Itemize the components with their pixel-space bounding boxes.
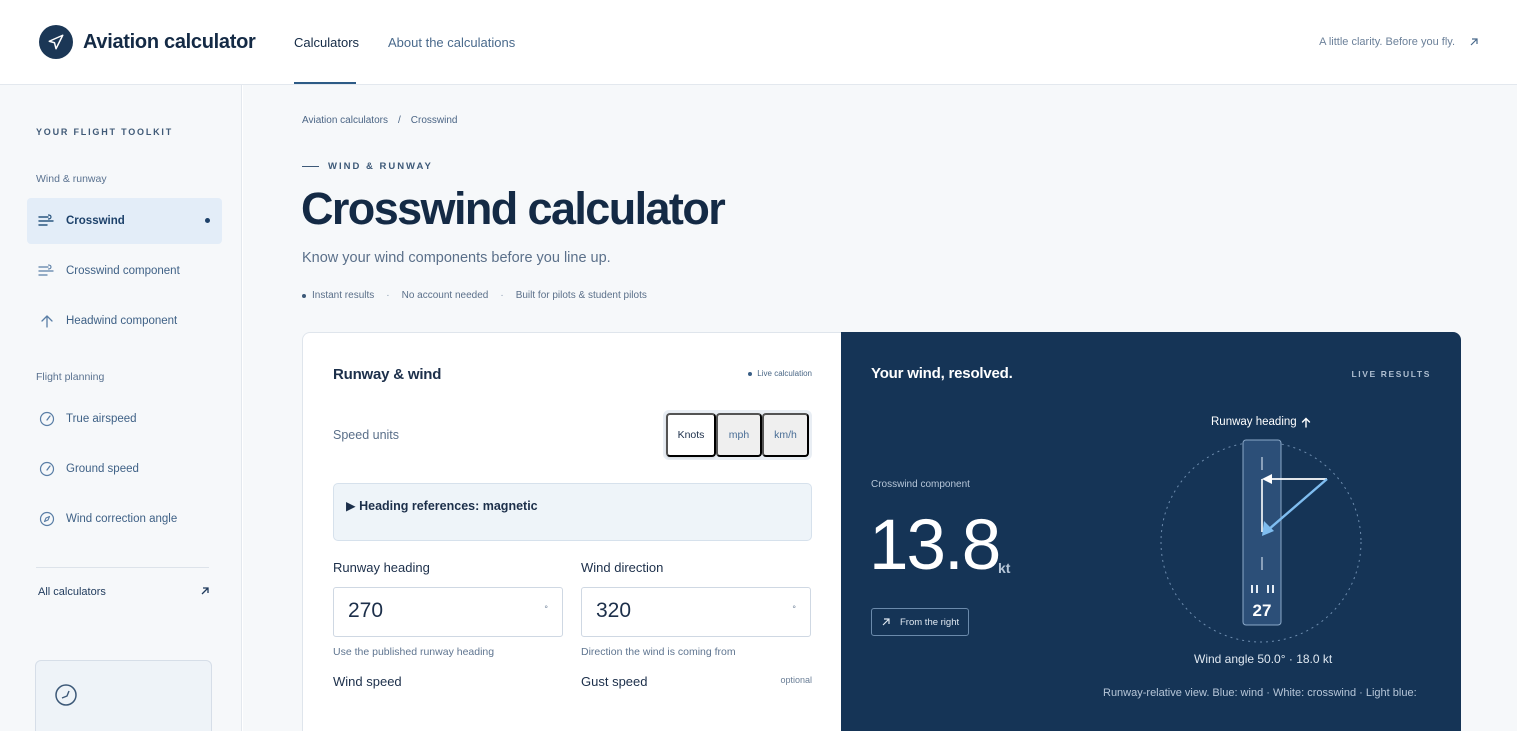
eyebrow-rule	[302, 165, 319, 168]
runway-heading-indicator-text: Runway heading	[1211, 416, 1297, 428]
speed-units-toggle: Knots mph km/h	[663, 410, 812, 460]
sidebar-item-crosswind[interactable]: Crosswind	[27, 198, 222, 244]
crosswind-unit: kt	[998, 560, 1011, 576]
breadcrumb-separator: /	[397, 115, 401, 126]
unit-mph-button[interactable]: mph	[716, 413, 762, 457]
all-calculators-label: All calculators	[38, 586, 106, 598]
sidebar-item-label: True airspeed	[66, 413, 137, 425]
unit-kmh-button[interactable]: km/h	[762, 413, 809, 457]
plane-logo-icon	[39, 25, 73, 59]
section-eyebrow: WIND & RUNWAY	[302, 161, 433, 172]
gauge-icon	[38, 461, 55, 478]
wind-angle-readout: Wind angle 50.0° · 18.0 kt	[1194, 652, 1333, 666]
feature-badges: Instant results · No account needed · Bu…	[302, 290, 647, 301]
sidebar-item-ground-speed[interactable]: Ground speed	[27, 446, 222, 492]
sidebar-item-label: Ground speed	[66, 463, 139, 475]
runway-heading-input[interactable]: 270 °	[333, 587, 563, 637]
wind-direction-input[interactable]: 320 °	[581, 587, 811, 637]
nav-active-indicator	[294, 82, 356, 84]
badge-no-account: No account needed	[401, 290, 489, 301]
badge-dot	[302, 293, 306, 298]
external-arrow-icon	[1470, 38, 1478, 46]
breadcrumb-current: Crosswind	[410, 115, 458, 126]
nav-about[interactable]: About the calculations	[388, 35, 515, 50]
runway-heading-label: Runway heading	[333, 560, 430, 575]
page-subtitle: Know your wind components before you lin…	[302, 250, 611, 266]
page-title: Crosswind calculator	[301, 183, 726, 234]
degree-unit: °	[792, 604, 796, 614]
sidebar-group-wind: Wind & runway	[36, 173, 107, 185]
breadcrumb-home[interactable]: Aviation calculators	[302, 115, 388, 126]
compass-icon	[55, 684, 77, 706]
wind-diagram: 27	[1160, 439, 1362, 643]
diagram-legend: Runway-relative view. Blue: wind · White…	[1103, 687, 1417, 699]
results-panel: Your wind, resolved. LIVE RESULTS Crossw…	[841, 332, 1461, 731]
sidebar-item-label: Crosswind	[66, 215, 125, 227]
heading-references-disclosure[interactable]: ▶ Heading references: magnetic	[333, 483, 812, 541]
arrow-up-icon	[38, 313, 55, 330]
wind-speed-label: Wind speed	[333, 674, 402, 689]
runway-heading-value: 270	[348, 599, 384, 622]
external-arrow-icon	[201, 587, 209, 595]
gust-optional-tag: optional	[780, 675, 812, 685]
input-card: Runway & wind Live calculation Speed uni…	[302, 332, 842, 731]
sidebar-item-true-airspeed[interactable]: True airspeed	[27, 396, 222, 442]
sidebar-item-label: Crosswind component	[66, 265, 180, 277]
brand-name: Aviation calculator	[83, 30, 256, 53]
all-calculators-link[interactable]: All calculators	[38, 586, 210, 598]
tagline-link[interactable]: A little clarity. Before you fly.	[1319, 36, 1479, 48]
degree-unit: °	[544, 604, 548, 614]
arrow-up-right-icon	[882, 618, 890, 626]
live-results-label: LIVE RESULTS	[1351, 369, 1431, 379]
main-content: Aviation calculators / Crosswind WIND & …	[243, 85, 1517, 731]
compass-icon	[38, 511, 55, 528]
crosswind-side-chip: From the right	[871, 608, 970, 636]
active-dot	[205, 218, 210, 223]
sidebar-group-planning: Flight planning	[36, 371, 105, 383]
runway-heading-help: Use the published runway heading	[333, 646, 495, 658]
sidebar-divider	[36, 567, 209, 568]
app-window: Aviation calculator Calculators About th…	[0, 0, 1517, 731]
top-header: Aviation calculator Calculators About th…	[0, 0, 1517, 85]
eyebrow-text: WIND & RUNWAY	[328, 161, 433, 172]
badge-instant: Instant results	[312, 290, 375, 301]
runway-heading-indicator: Runway heading	[1211, 416, 1311, 428]
crosswind-side-text: From the right	[900, 616, 960, 628]
sidebar-item-crosswind-component[interactable]: Crosswind component	[27, 248, 222, 294]
brand[interactable]: Aviation calculator	[39, 25, 256, 59]
sidebar-item-headwind-component[interactable]: Headwind component	[27, 298, 222, 344]
wind-direction-help: Direction the wind is coming from	[581, 646, 736, 658]
badge-separator: ·	[500, 290, 504, 301]
gauge-icon	[38, 411, 55, 428]
crosswind-component-label: Crosswind component	[871, 479, 970, 490]
sidebar-item-wind-correction-angle[interactable]: Wind correction angle	[27, 496, 222, 542]
badge-separator: ·	[386, 290, 390, 301]
live-dot	[748, 371, 753, 376]
live-calculation-text: Live calculation	[757, 369, 812, 378]
input-card-title: Runway & wind	[333, 366, 442, 383]
badge-pilots: Built for pilots & student pilots	[515, 290, 647, 301]
wind-icon	[38, 263, 55, 280]
sidebar-toolkit-label: YOUR FLIGHT TOOLKIT	[36, 127, 174, 137]
wind-direction-label: Wind direction	[581, 560, 664, 575]
sidebar-promo-card	[35, 660, 212, 731]
breadcrumb: Aviation calculators / Crosswind	[302, 115, 457, 126]
speed-units-label: Speed units	[333, 428, 400, 442]
unit-knots-button[interactable]: Knots	[666, 413, 716, 457]
runway-number: 27	[1253, 601, 1272, 620]
wind-direction-value: 320	[596, 599, 632, 622]
arrow-up-icon	[1301, 417, 1310, 428]
nav-calculators[interactable]: Calculators	[294, 35, 359, 50]
tagline-text: A little clarity. Before you fly.	[1319, 36, 1455, 48]
results-title: Your wind, resolved.	[871, 365, 1013, 382]
sidebar: YOUR FLIGHT TOOLKIT Wind & runway Crossw…	[0, 85, 242, 731]
gust-speed-label: Gust speed	[581, 674, 648, 689]
live-calculation-badge: Live calculation	[748, 369, 812, 378]
wind-icon	[38, 213, 55, 230]
sidebar-item-label: Wind correction angle	[66, 513, 178, 525]
sidebar-item-label: Headwind component	[66, 315, 178, 327]
crosswind-value: 13.8	[869, 506, 1001, 585]
